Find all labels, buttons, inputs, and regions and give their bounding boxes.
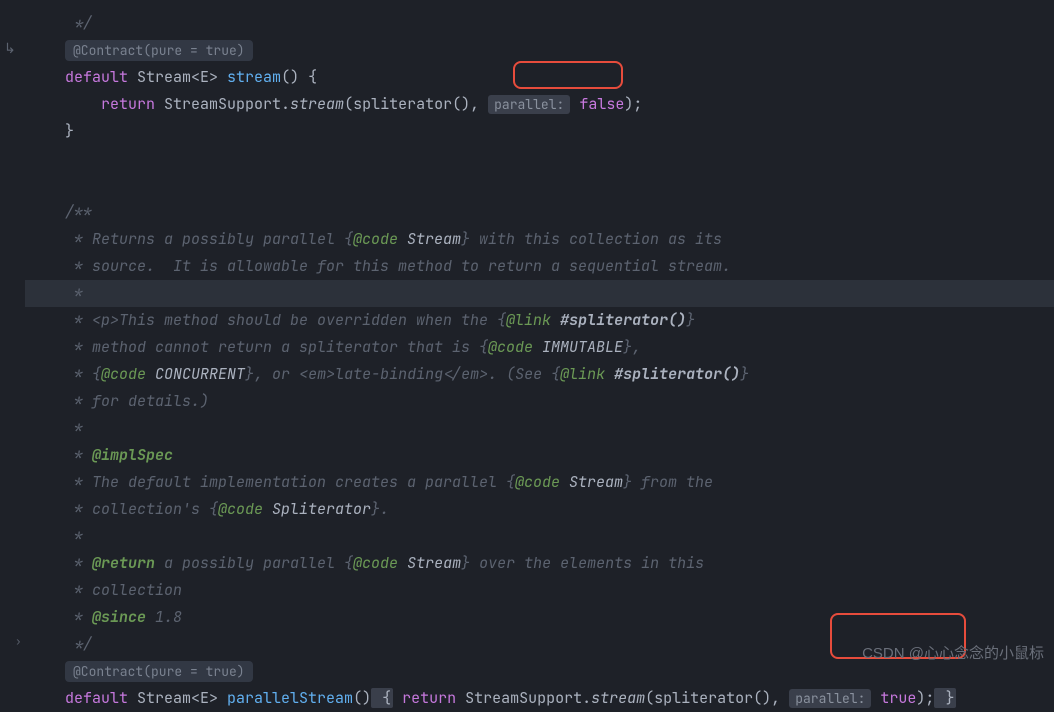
code-line: * The default implementation creates a p… xyxy=(65,469,1054,496)
code-line: * @return a possibly parallel {@code Str… xyxy=(65,550,1054,577)
code-line-current: * xyxy=(0,280,1054,307)
code-line: */ xyxy=(65,10,1054,37)
expand-chevron[interactable]: › xyxy=(15,635,22,649)
code-line: * <p>This method should be overridden wh… xyxy=(65,307,1054,334)
editor-gutter: ↳ › xyxy=(0,0,25,671)
code-line: * xyxy=(65,523,1054,550)
code-line: /** xyxy=(65,199,1054,226)
contract-annotation: @Contract(pure = true) xyxy=(65,661,253,682)
code-line: default Stream<E> stream() { xyxy=(65,64,1054,91)
watermark: CSDN @心心念念的小鼠标 xyxy=(862,642,1044,663)
contract-annotation: @Contract(pure = true) xyxy=(65,40,253,61)
code-line: * method cannot return a spliterator tha… xyxy=(65,334,1054,361)
code-line: * @since 1.8 xyxy=(65,604,1054,631)
code-line: * collection's {@code Spliterator}. xyxy=(65,496,1054,523)
code-line: @Contract(pure = true) xyxy=(65,37,1054,64)
code-line: * collection xyxy=(65,577,1054,604)
parameter-hint: parallel: xyxy=(789,689,871,708)
code-line: * xyxy=(65,415,1054,442)
code-line: default Stream<E> parallelStream() { ret… xyxy=(65,685,1054,712)
code-line: * {@code CONCURRENT}, or <em>late-bindin… xyxy=(65,361,1054,388)
code-line: * for details.) xyxy=(65,388,1054,415)
code-line xyxy=(65,172,1054,199)
code-line: * source. It is allowable for this metho… xyxy=(65,253,1054,280)
code-editor[interactable]: */ @Contract(pure = true) default Stream… xyxy=(0,0,1054,712)
code-line: * Returns a possibly parallel {@code Str… xyxy=(65,226,1054,253)
impl-icon[interactable]: ↳ xyxy=(4,40,16,58)
code-line xyxy=(65,145,1054,172)
code-line: } xyxy=(65,118,1054,145)
code-line: return StreamSupport.stream(spliterator(… xyxy=(65,91,1054,118)
code-line: * @implSpec xyxy=(65,442,1054,469)
parameter-hint: parallel: xyxy=(488,95,570,114)
